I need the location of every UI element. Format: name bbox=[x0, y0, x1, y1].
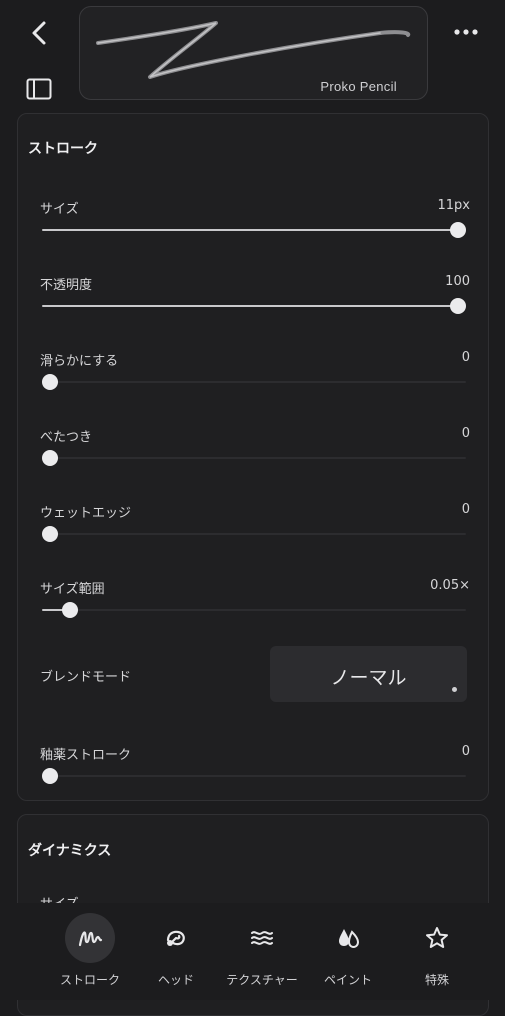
slider-fill bbox=[42, 305, 458, 307]
slider-knob[interactable] bbox=[42, 450, 58, 466]
blend-mode-label: ブレンドモード bbox=[40, 670, 132, 685]
smoothing-slider-row: 滑らかにする 0 bbox=[40, 350, 470, 410]
wet-edges-slider[interactable] bbox=[42, 526, 466, 542]
sidebar-toggle-button[interactable] bbox=[26, 78, 52, 100]
slider-value: 0 bbox=[461, 744, 470, 759]
tab-stroke[interactable]: ストローク bbox=[42, 903, 138, 1000]
slider-knob[interactable] bbox=[450, 222, 466, 238]
slider-knob[interactable] bbox=[42, 768, 58, 784]
slider-knob[interactable] bbox=[62, 602, 79, 618]
panel-title-stroke: ストローク bbox=[28, 141, 98, 157]
brush-preview[interactable]: Proko Pencil bbox=[79, 6, 428, 100]
tab-head[interactable]: ヘッド bbox=[128, 903, 224, 1000]
star-icon bbox=[412, 913, 462, 963]
smoothing-slider[interactable] bbox=[42, 374, 466, 390]
tab-label: ヘッド bbox=[157, 973, 194, 987]
slider-value: 11px bbox=[437, 198, 471, 213]
dropdown-indicator-icon bbox=[452, 687, 457, 692]
blend-mode-select[interactable]: ノーマル bbox=[270, 646, 467, 702]
brush-name: Proko Pencil bbox=[320, 79, 397, 94]
tab-label: テクスチャー bbox=[226, 973, 298, 987]
slider-label: べたつき bbox=[40, 430, 93, 445]
glaze-stroke-slider-row: 釉薬ストローク 0 bbox=[40, 744, 470, 804]
bottom-tab-bar: ストローク ヘッド テクスチャー ペイント 特殊 bbox=[0, 903, 505, 1000]
tab-special[interactable]: 特殊 bbox=[389, 903, 485, 1000]
blend-mode-value: ノーマル bbox=[330, 667, 407, 689]
tab-label: ストローク bbox=[59, 973, 120, 987]
head-icon bbox=[151, 913, 201, 963]
slider-label: 滑らかにする bbox=[40, 354, 119, 369]
paint-icon bbox=[323, 913, 373, 963]
slider-label: ウェットエッジ bbox=[40, 506, 132, 521]
texture-icon bbox=[237, 913, 287, 963]
slider-label: サイズ bbox=[40, 202, 79, 217]
stroke-icon bbox=[65, 913, 115, 963]
slider-value: 0 bbox=[461, 350, 470, 365]
slider-value: 0 bbox=[461, 426, 470, 441]
wet-edges-slider-row: ウェットエッジ 0 bbox=[40, 502, 470, 562]
stroke-settings-panel: ストローク サイズ 11px 不透明度 100 滑らかにする 0 べたつき 0 bbox=[17, 113, 489, 801]
panel-title-dynamics: ダイナミクス bbox=[28, 843, 112, 859]
slider-fill bbox=[42, 229, 458, 231]
size-slider-row: サイズ 11px bbox=[40, 198, 470, 258]
chevron-left-icon bbox=[32, 21, 46, 45]
ellipsis-icon bbox=[454, 29, 478, 35]
glaze-stroke-slider[interactable] bbox=[42, 768, 466, 784]
size-range-slider[interactable] bbox=[42, 602, 466, 618]
tab-paint[interactable]: ペイント bbox=[300, 903, 396, 1000]
slider-value: 100 bbox=[445, 274, 470, 289]
slider-knob[interactable] bbox=[450, 298, 466, 314]
slider-value: 0 bbox=[461, 502, 470, 517]
slider-label: 不透明度 bbox=[40, 278, 93, 293]
tab-texture[interactable]: テクスチャー bbox=[214, 903, 310, 1000]
opacity-slider[interactable] bbox=[42, 298, 466, 314]
opacity-slider-row: 不透明度 100 bbox=[40, 274, 470, 334]
size-range-slider-row: サイズ範囲 0.05× bbox=[40, 578, 470, 638]
stickiness-slider-row: べたつき 0 bbox=[40, 426, 470, 486]
slider-knob[interactable] bbox=[42, 374, 58, 390]
slider-knob[interactable] bbox=[42, 526, 58, 542]
more-options-button[interactable] bbox=[450, 20, 484, 44]
size-slider[interactable] bbox=[42, 222, 466, 238]
slider-value: 0.05× bbox=[430, 578, 470, 593]
stickiness-slider[interactable] bbox=[42, 450, 466, 466]
tab-label: 特殊 bbox=[424, 973, 449, 987]
back-button[interactable] bbox=[26, 18, 54, 48]
sidebar-icon bbox=[26, 78, 52, 100]
tab-label: ペイント bbox=[323, 973, 372, 987]
slider-label: サイズ範囲 bbox=[40, 582, 105, 597]
slider-label: 釉薬ストローク bbox=[40, 748, 132, 763]
